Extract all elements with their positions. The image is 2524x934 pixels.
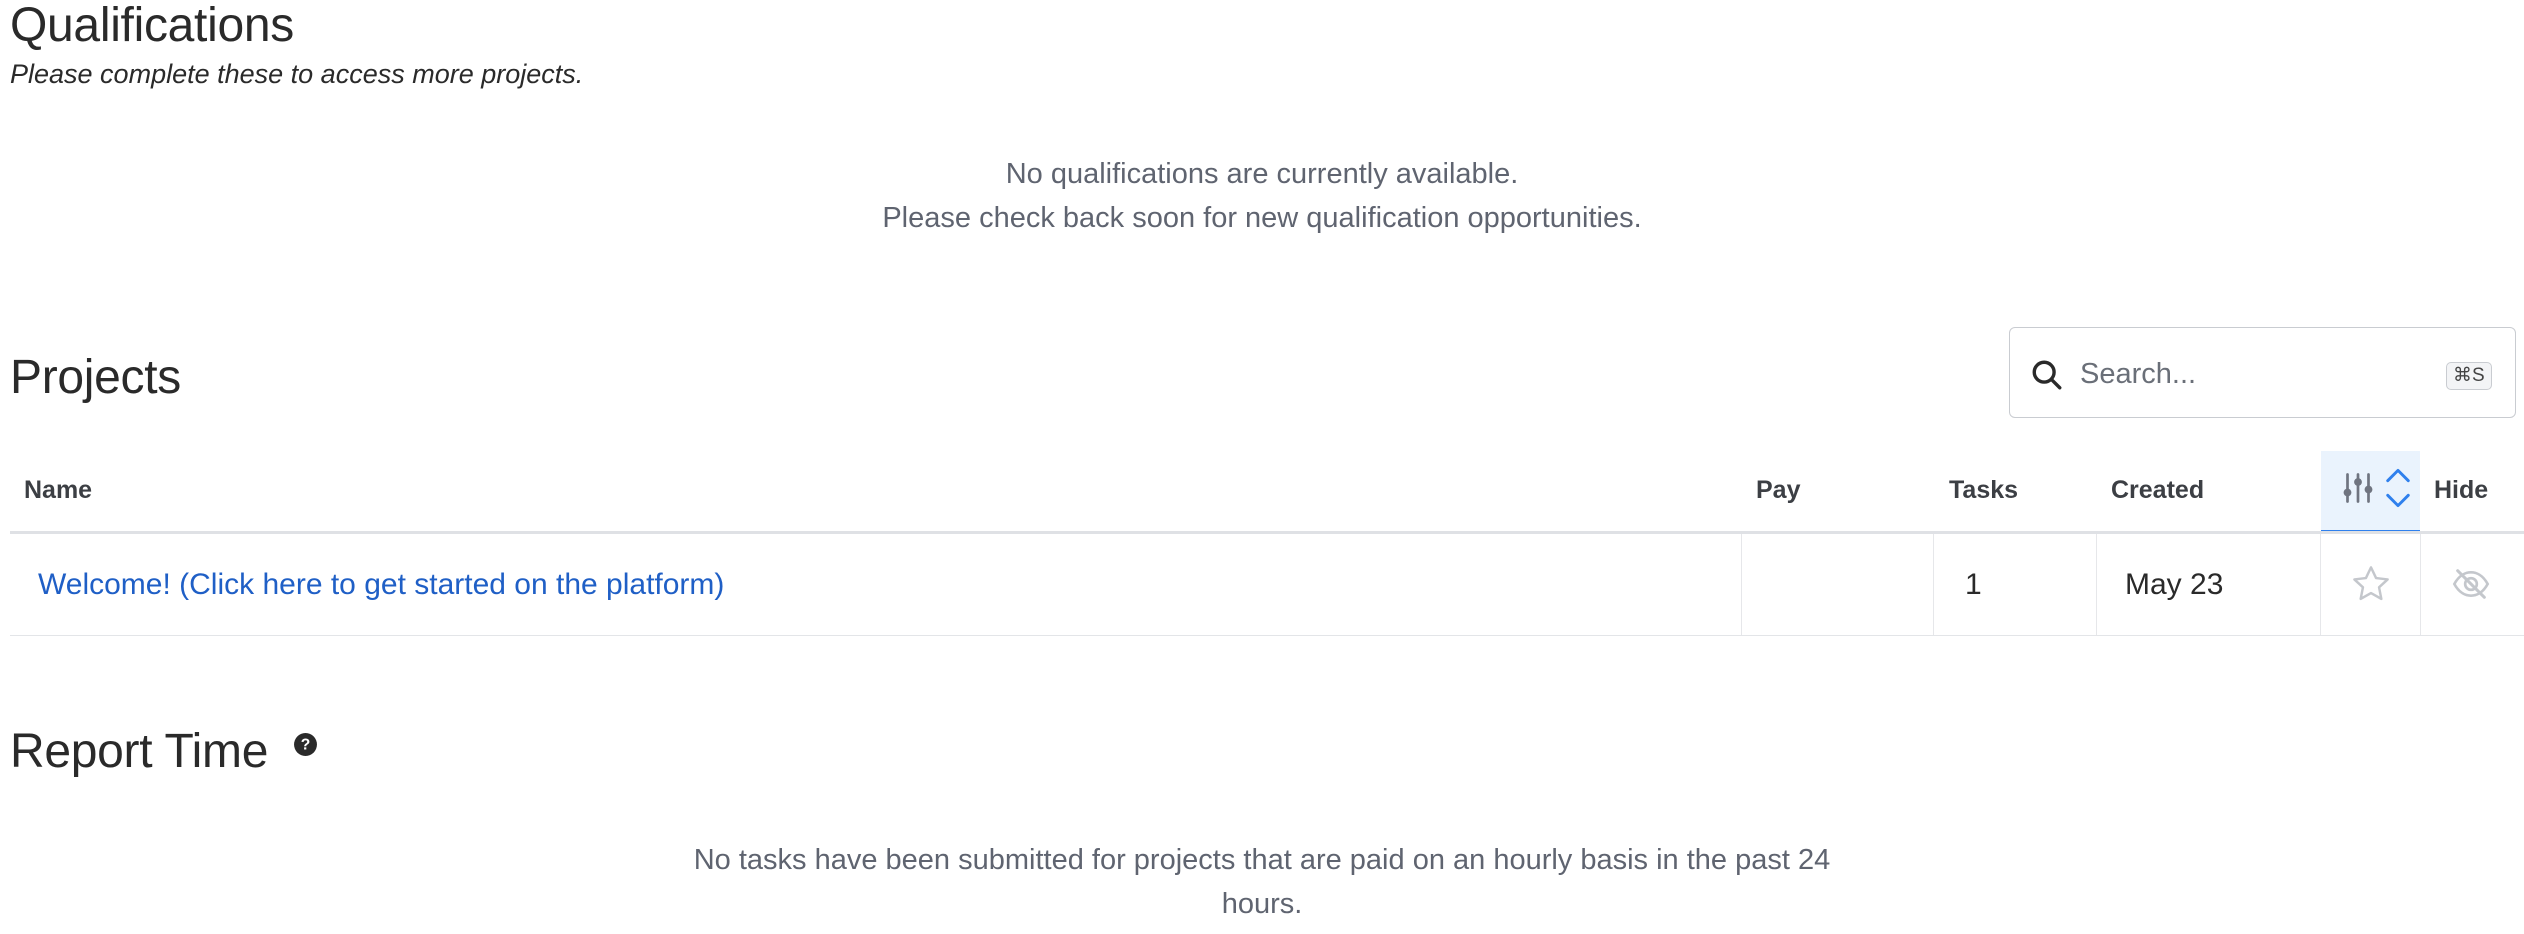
eye-off-icon[interactable] (2450, 564, 2492, 604)
project-tasks: 1 (1965, 568, 1982, 601)
column-divider (2096, 534, 2097, 636)
report-time-empty-line1: No tasks have been submitted for project… (693, 844, 1831, 876)
projects-title: Projects (10, 351, 181, 404)
search-input[interactable] (2080, 350, 2410, 398)
column-header-hide[interactable]: Hide (2434, 478, 2488, 503)
question-circle-icon[interactable]: ? (293, 732, 318, 757)
svg-text:?: ? (301, 737, 311, 754)
qualifications-empty-line1: No qualifications are currently availabl… (1005, 158, 1519, 190)
column-divider (2320, 534, 2321, 636)
qualifications-title: Qualifications (10, 0, 294, 52)
column-header-name[interactable]: Name (24, 478, 92, 503)
column-divider (2420, 534, 2421, 636)
column-header-created[interactable]: Created (2111, 478, 2204, 503)
qualifications-empty-line2: Please check back soon for new qualifica… (882, 202, 1642, 234)
search-shortcut-badge: ⌘S (2446, 362, 2492, 390)
project-created: May 23 (2125, 568, 2224, 601)
column-header-tasks[interactable]: Tasks (1949, 478, 2018, 503)
column-divider (1933, 534, 1934, 636)
report-time-empty-line2: hours. (1221, 888, 1303, 920)
project-name-link[interactable]: Welcome! (Click here to get started on t… (38, 570, 724, 600)
sort-chevrons-icon[interactable] (2383, 466, 2413, 510)
column-header-pay[interactable]: Pay (1756, 478, 1800, 503)
column-divider (1741, 534, 1742, 636)
report-time-title: Report Time (10, 725, 269, 778)
search-icon (2032, 360, 2062, 390)
table-bottom-divider (10, 635, 2524, 636)
qualifications-subtitle: Please complete these to access more pro… (10, 59, 584, 89)
sliders-icon[interactable] (2340, 470, 2376, 506)
star-icon[interactable] (2350, 563, 2392, 605)
